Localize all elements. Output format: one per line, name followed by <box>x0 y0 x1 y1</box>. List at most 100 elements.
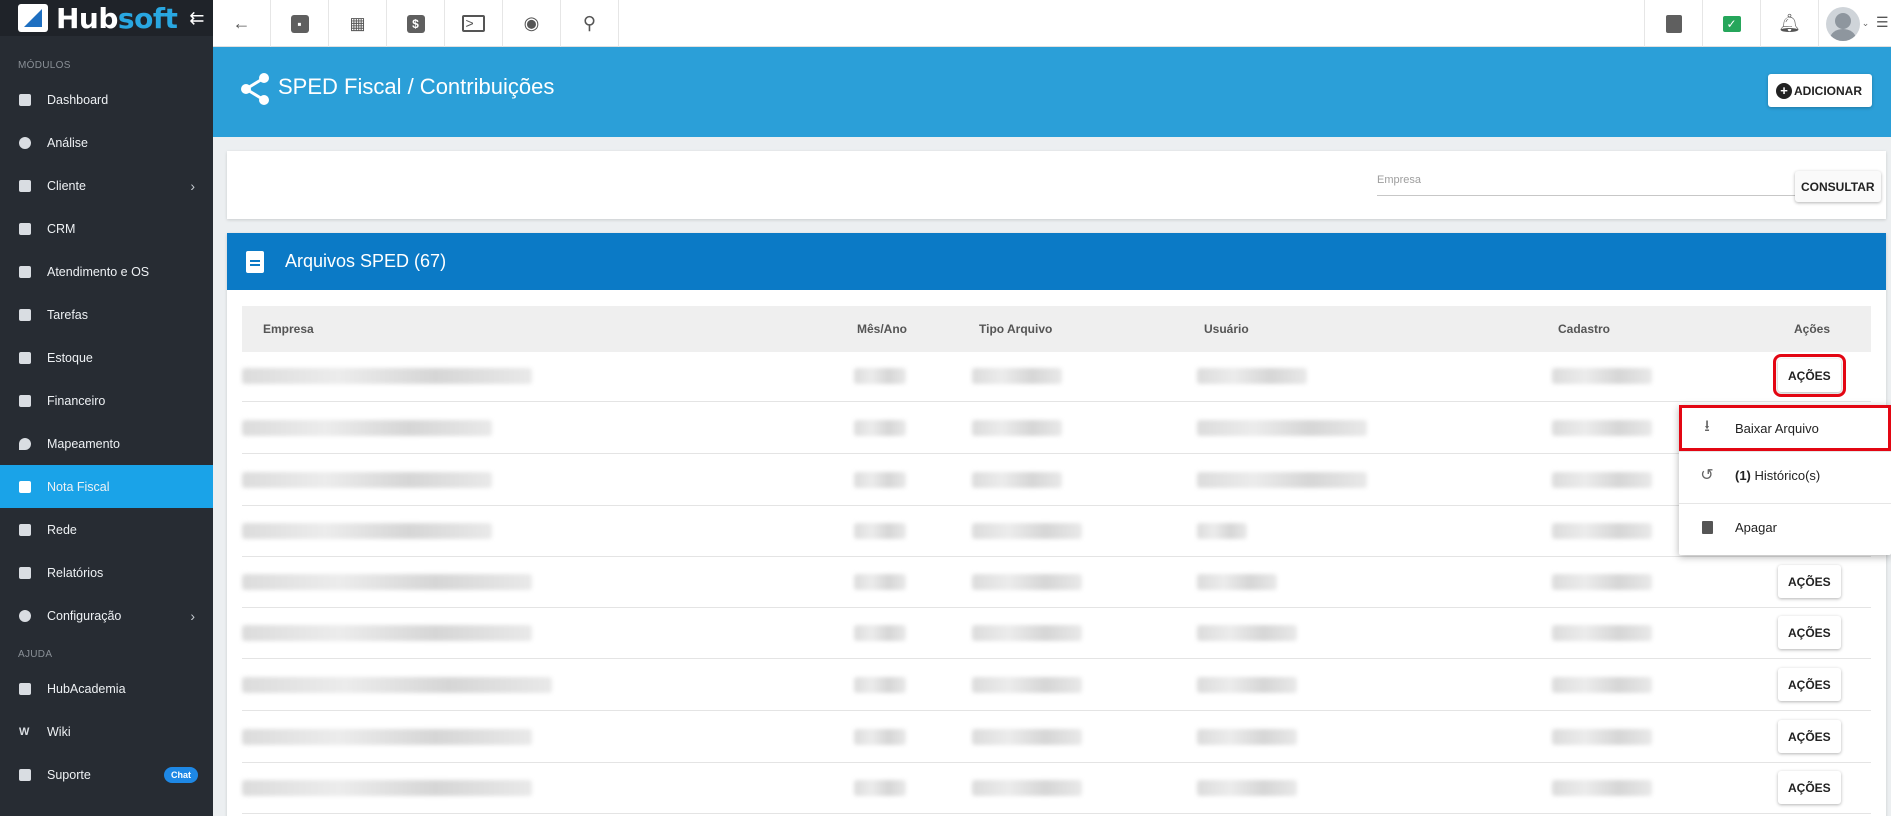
back-button[interactable]: ← <box>213 0 271 47</box>
terminal-button[interactable]: >_ <box>445 0 503 47</box>
sidebar-item-estoque[interactable]: Estoque <box>0 336 213 379</box>
chat-badge[interactable]: Chat <box>164 766 198 783</box>
redacted-cell <box>972 625 1082 641</box>
crm-icon <box>19 222 31 235</box>
box-icon <box>19 351 31 364</box>
view-button[interactable]: ◉ <box>503 0 561 47</box>
redacted-cell <box>1197 368 1307 384</box>
pdf-button[interactable] <box>1644 0 1702 47</box>
acoes-button[interactable]: AÇÕES <box>1778 616 1841 649</box>
terminal-icon: >_ <box>461 15 486 32</box>
sidebar-item-atendimento[interactable]: Atendimento e OS <box>0 250 213 293</box>
chevron-right-icon: › <box>190 607 195 624</box>
logo-icon <box>18 4 48 32</box>
sidebar-item-financeiro[interactable]: Financeiro <box>0 379 213 422</box>
column-header-tipo-arquivo[interactable]: Tipo Arquivo <box>979 322 1052 336</box>
sidebar-item-suporte[interactable]: Suporte Chat <box>0 753 213 796</box>
actions-dropdown-menu: ⭳ Baixar Arquivo ↺ (1) Histórico(s) Apag… <box>1679 405 1891 555</box>
table-row <box>242 505 1871 557</box>
search-icon: ⚲ <box>582 13 597 33</box>
add-button[interactable]: + ADICIONAR <box>1768 74 1872 107</box>
download-file-menu-item[interactable]: ⭳ Baixar Arquivo <box>1679 405 1891 451</box>
share-icon <box>241 73 269 105</box>
redacted-cell <box>1552 625 1652 641</box>
history-menu-item[interactable]: ↺ (1) Histórico(s) <box>1679 452 1891 498</box>
redacted-cell <box>1197 523 1247 539</box>
plus-circle-icon: + <box>1776 82 1792 99</box>
redacted-cell <box>1552 677 1652 693</box>
redacted-cell <box>1552 780 1652 796</box>
arrow-left-icon: ← <box>232 13 251 33</box>
redacted-cell <box>1552 420 1652 436</box>
column-header-cadastro[interactable]: Cadastro <box>1558 322 1610 336</box>
redacted-cell <box>854 677 906 693</box>
table-row: AÇÕES <box>242 659 1871 711</box>
user-menu[interactable]: ⌄ <box>1818 0 1876 47</box>
redacted-cell <box>854 368 906 384</box>
sidebar-item-analise[interactable]: Análise <box>0 121 213 164</box>
acoes-button[interactable]: AÇÕES <box>1778 720 1841 753</box>
collapse-menu-icon[interactable]: ⇇ <box>189 8 204 29</box>
column-header-mes-ano[interactable]: Mês/Ano <box>857 322 907 336</box>
sidebar-item-configuracao[interactable]: Configuração › <box>0 594 213 637</box>
column-header-empresa[interactable]: Empresa <box>263 322 314 336</box>
redacted-cell <box>242 677 552 693</box>
redacted-cell <box>1552 472 1652 488</box>
download-icon: ⭳ <box>1704 417 1710 435</box>
sidebar-item-wiki[interactable]: W Wiki <box>0 710 213 753</box>
redacted-cell <box>854 780 906 796</box>
delete-menu-item[interactable]: Apagar <box>1679 504 1891 550</box>
network-icon <box>19 523 31 536</box>
contacts-button[interactable]: ▪ <box>271 0 329 47</box>
acoes-button[interactable]: AÇÕES <box>1778 771 1841 804</box>
redacted-cell <box>242 472 492 488</box>
sidebar-item-dashboard[interactable]: Dashboard <box>0 78 213 121</box>
sidebar-item-relatorios[interactable]: Relatórios <box>0 551 213 594</box>
video-icon <box>19 682 31 695</box>
chevron-right-icon: › <box>190 177 195 194</box>
sidebar: Hubsoft ⇇ MÓDULOS Dashboard Análise Clie… <box>0 0 213 816</box>
consultar-button[interactable]: CONSULTAR <box>1795 171 1881 202</box>
history-icon: ↺ <box>1700 467 1714 484</box>
sidebar-item-rede[interactable]: Rede <box>0 508 213 551</box>
avatar <box>1825 6 1860 41</box>
redacted-cell <box>1197 729 1297 745</box>
check-chat-icon: ✓ <box>1722 15 1741 32</box>
contact-card-icon: ▪ <box>290 14 309 33</box>
acoes-button[interactable]: AÇÕES <box>1773 354 1846 397</box>
redacted-cell <box>242 625 532 641</box>
tasks-check-button[interactable]: ✓ <box>1702 0 1760 47</box>
gear-icon <box>19 609 31 622</box>
redacted-cell <box>972 729 1082 745</box>
redacted-cell <box>1197 574 1277 590</box>
table-row: AÇÕES <box>242 350 1871 402</box>
page-header: SPED Fiscal / Contribuições + ADICIONAR <box>213 47 1891 137</box>
empresa-select[interactable]: Empresa <box>1377 174 1813 196</box>
search-button[interactable]: ⚲ <box>561 0 619 47</box>
redacted-cell <box>972 420 1062 436</box>
sidebar-item-tarefas[interactable]: Tarefas <box>0 293 213 336</box>
schedule-button[interactable]: ▦ <box>329 0 387 47</box>
chart-icon <box>19 136 31 149</box>
column-header-usuario[interactable]: Usuário <box>1204 322 1249 336</box>
notifications-button[interactable]: 🔔︎ <box>1760 0 1818 47</box>
redacted-cell <box>854 472 906 488</box>
redacted-cell <box>854 625 906 641</box>
acoes-button[interactable]: AÇÕES <box>1778 668 1841 701</box>
table-row: AÇÕES <box>242 762 1871 814</box>
dashboard-icon <box>19 93 31 106</box>
acoes-button[interactable]: AÇÕES <box>1778 565 1841 598</box>
redacted-cell <box>242 368 532 384</box>
sidebar-item-mapeamento[interactable]: Mapeamento <box>0 422 213 465</box>
sidebar-item-nota-fiscal[interactable]: Nota Fiscal <box>0 465 213 508</box>
finance-button[interactable]: $ <box>387 0 445 47</box>
list-menu-icon[interactable]: ☰ <box>1876 14 1889 31</box>
section-label-help: AJUDA <box>18 648 53 660</box>
redacted-cell <box>972 472 1062 488</box>
table-row: AÇÕES <box>242 607 1871 659</box>
sidebar-item-hubacademia[interactable]: HubAcademia <box>0 667 213 710</box>
redacted-cell <box>1197 420 1367 436</box>
redacted-cell <box>1552 523 1652 539</box>
sidebar-item-crm[interactable]: CRM <box>0 207 213 250</box>
sidebar-item-cliente[interactable]: Cliente › <box>0 164 213 207</box>
